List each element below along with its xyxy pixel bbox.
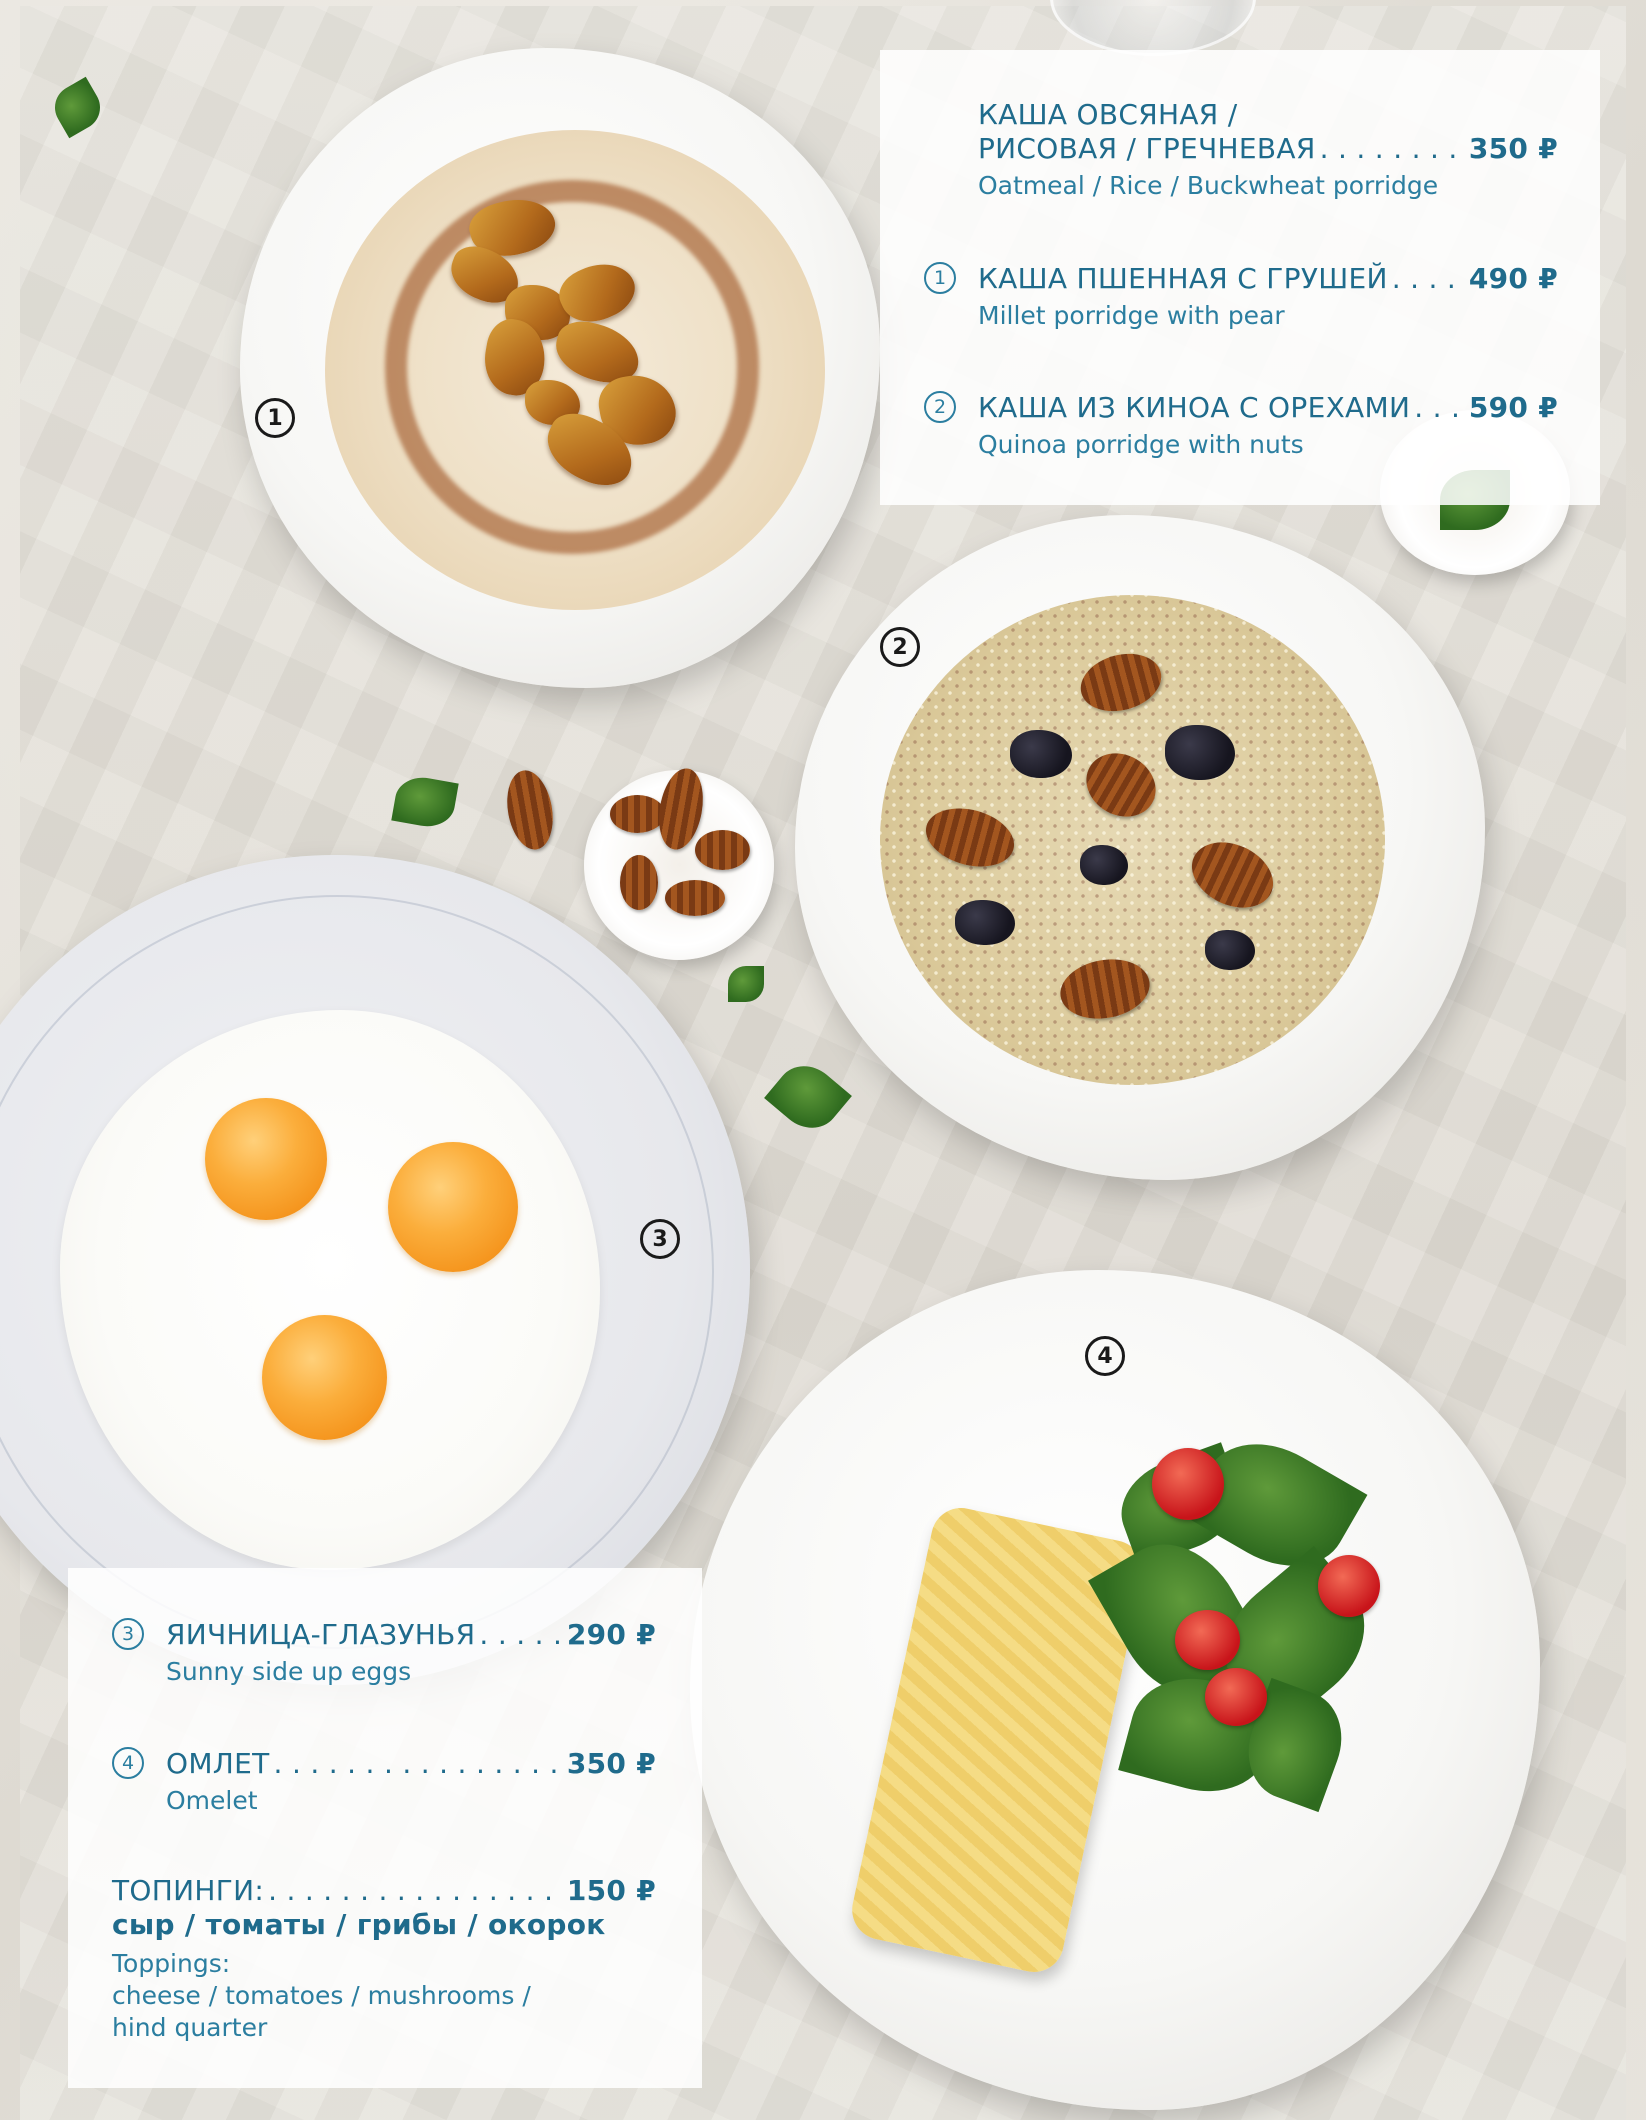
prune bbox=[1010, 730, 1072, 778]
toppings-list-ru: сыр / томаты / грибы / окорок bbox=[112, 1908, 606, 1941]
egg-yolk bbox=[205, 1098, 327, 1220]
prune bbox=[955, 900, 1015, 945]
photo-badge-3: 3 bbox=[640, 1219, 680, 1259]
menu-item-english: Omelet bbox=[166, 1786, 258, 1815]
leader-dots: . . . . . . . . . . . . . . . . . . . . … bbox=[273, 1747, 563, 1780]
egg-yolk bbox=[262, 1315, 387, 1440]
photo-badge-2: 2 bbox=[880, 627, 920, 667]
menu-number-3: 3 bbox=[112, 1618, 144, 1650]
menu-item-price: 590 ₽ bbox=[1468, 391, 1558, 424]
menu-item-english: Oatmeal / Rice / Buckwheat porridge bbox=[978, 171, 1439, 200]
pecan-nut bbox=[695, 830, 750, 870]
leader-dots: . . . . . . . . . . . . . . . . . . . . … bbox=[479, 1618, 563, 1651]
menu-item-name: ОМЛЕТ . . . . . . . . . . . . . . . . . … bbox=[166, 1747, 656, 1780]
cherry-tomato bbox=[1318, 1555, 1380, 1617]
photo-badge-4: 4 bbox=[1085, 1336, 1125, 1376]
menu-item-price: 350 ₽ bbox=[1468, 132, 1558, 165]
leader-dots: . . . . . . . . . . . . . . . . . . . . … bbox=[1319, 132, 1465, 165]
menu-item-name: КАША ОВСЯНАЯ / bbox=[978, 98, 1238, 131]
menu-number-2: 2 bbox=[924, 391, 956, 423]
menu-item-quinoa-porridge: КАША ИЗ КИНОА С ОРЕХАМИ . . . . . . . . … bbox=[978, 391, 1558, 461]
menu-number-4: 4 bbox=[112, 1747, 144, 1779]
menu-item-omelet: ОМЛЕТ . . . . . . . . . . . . . . . . . … bbox=[166, 1747, 656, 1817]
toppings-english-list: cheese / tomatoes / mushrooms / bbox=[112, 1981, 531, 2010]
menu-item-price: 290 ₽ bbox=[566, 1618, 656, 1651]
menu-page: 1 2 3 4 КАША ОВСЯНАЯ / РИСОВАЯ / ГРЕЧНЕВ… bbox=[0, 0, 1646, 2120]
menu-item-price: 150 ₽ bbox=[566, 1874, 656, 1907]
leader-dots: . . . . . . . . . . . . . . . . . . . . … bbox=[1414, 391, 1465, 424]
toppings-english-title: Toppings: bbox=[112, 1949, 231, 1978]
pecan-nut bbox=[665, 880, 725, 916]
cherry-tomato bbox=[1205, 1668, 1267, 1726]
menu-item-fried-eggs: ЯИЧНИЦА-ГЛАЗУНЬЯ . . . . . . . . . . . .… bbox=[166, 1618, 656, 1688]
prune bbox=[1165, 725, 1235, 780]
menu-item-price: 490 ₽ bbox=[1468, 262, 1558, 295]
menu-item-porridge-basic: КАША ОВСЯНАЯ / РИСОВАЯ / ГРЕЧНЕВАЯ . . .… bbox=[978, 98, 1558, 202]
cherry-tomato bbox=[1175, 1610, 1240, 1670]
photo-badge-1: 1 bbox=[255, 398, 295, 438]
menu-item-english: Millet porridge with pear bbox=[978, 301, 1285, 330]
menu-item-name: ЯИЧНИЦА-ГЛАЗУНЬЯ . . . . . . . . . . . .… bbox=[166, 1618, 656, 1651]
cherry-tomato bbox=[1152, 1448, 1224, 1520]
menu-item-name-line2: РИСОВАЯ / ГРЕЧНЕВАЯ . . . . . . . . . . … bbox=[978, 132, 1558, 165]
egg-yolk bbox=[388, 1142, 518, 1272]
leader-dots: . . . . . . . . . . . . . . . . . . . . … bbox=[268, 1874, 563, 1907]
menu-item-english: Quinoa porridge with nuts bbox=[978, 430, 1304, 459]
menu-item-name: КАША ИЗ КИНОА С ОРЕХАМИ . . . . . . . . … bbox=[978, 391, 1558, 424]
leader-dots: . . . . . . . . . . . . . . . . . . . . … bbox=[1391, 262, 1465, 295]
menu-number-1: 1 bbox=[924, 262, 956, 294]
menu-item-toppings: ТОПИНГИ: . . . . . . . . . . . . . . . .… bbox=[112, 1874, 656, 2044]
menu-item-name: КАША ПШЕННАЯ С ГРУШЕЙ . . . . . . . . . … bbox=[978, 262, 1558, 295]
prune bbox=[1080, 845, 1128, 885]
microgreen-leaf bbox=[728, 966, 764, 1002]
pecan-nut bbox=[620, 855, 658, 910]
pecan-nut bbox=[610, 795, 665, 833]
prune bbox=[1205, 930, 1255, 970]
menu-item-price: 350 ₽ bbox=[566, 1747, 656, 1780]
toppings-english-list-end: hind quarter bbox=[112, 2013, 268, 2042]
menu-item-english: Sunny side up eggs bbox=[166, 1657, 412, 1686]
menu-item-millet-porridge: КАША ПШЕННАЯ С ГРУШЕЙ . . . . . . . . . … bbox=[978, 262, 1558, 332]
menu-item-name: ТОПИНГИ: . . . . . . . . . . . . . . . .… bbox=[112, 1874, 656, 1907]
